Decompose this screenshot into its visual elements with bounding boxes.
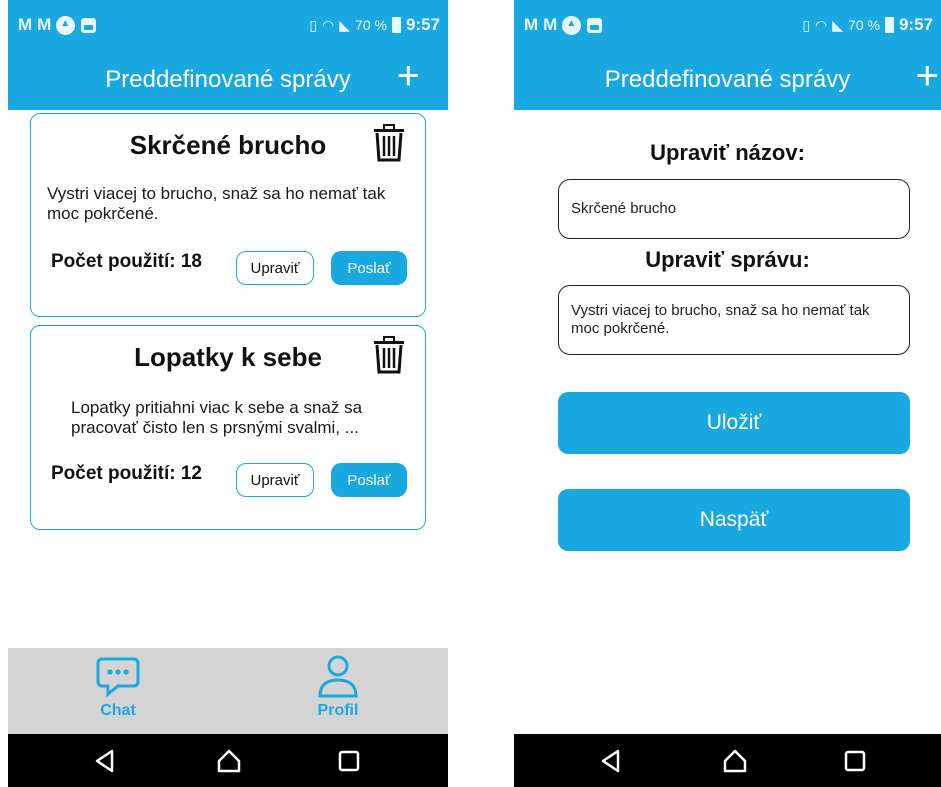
tab-profil[interactable]: Profil [278, 654, 398, 720]
signal-icon: ◣ [339, 16, 351, 33]
status-bar: M M ▯ ◠ ◣ 70 % 9:57 [514, 0, 941, 50]
chat-bubble-icon [96, 657, 140, 698]
image-icon [81, 17, 97, 33]
page-title: Preddefinované správy [604, 66, 851, 93]
message-card: Lopatky k sebe Lopatky pritiahni viac k … [30, 325, 426, 530]
gmail-icon: M [524, 15, 538, 34]
back-button[interactable]: Naspäť [558, 489, 910, 551]
edit-name-label: Upraviť názov: [650, 140, 805, 165]
edit-button[interactable]: Upraviť [236, 463, 314, 497]
message-input[interactable]: Vystri viacej to brucho, snaž sa ho nema… [558, 285, 910, 355]
system-status: ▯ ◠ ◣ 70 % 9:57 [802, 15, 933, 35]
phone-screen-edit: M M ▯ ◠ ◣ 70 % 9:57 Preddefinované správ… [514, 0, 941, 787]
message-text: Lopatky pritiahni viac k sebe a snaž sa … [71, 398, 363, 437]
usage-count: Počet použití: 18 [51, 251, 202, 272]
battery-percent: 70 % [355, 17, 387, 33]
message-title: Lopatky k sebe [134, 342, 322, 372]
gmail-icon: M [37, 15, 51, 34]
save-button[interactable]: Uložiť [558, 392, 910, 454]
gmail-icon: M [18, 15, 32, 34]
usage-count: Počet použití: 12 [51, 463, 202, 484]
send-button[interactable]: Poslať [331, 463, 407, 497]
message-title: Skrčené brucho [129, 130, 327, 160]
android-nav-bar [514, 734, 941, 787]
tab-chat-label: Chat [100, 702, 136, 719]
gmail-icon: M [543, 15, 557, 34]
image-icon [587, 17, 603, 33]
edit-button[interactable]: Upraviť [236, 251, 314, 285]
signal-icon: ◣ [832, 16, 844, 33]
wifi-icon: ◠ [322, 16, 335, 33]
message-text: Vystri viacej to brucho, snaž sa ho nema… [47, 184, 386, 223]
page-title: Preddefinované správy [105, 66, 351, 93]
add-message-button[interactable]: + [397, 56, 420, 96]
back-icon[interactable] [92, 748, 118, 774]
message-footer: Počet použití: 12 Upraviť Poslať [51, 463, 407, 497]
battery-icon [391, 17, 401, 33]
recents-icon[interactable] [842, 748, 868, 774]
edit-message-label: Upraviť správu: [645, 247, 810, 272]
delete-trash-icon[interactable] [373, 124, 405, 162]
wifi-icon: ◠ [815, 16, 828, 33]
clock: 9:57 [898, 15, 933, 34]
notification-icons: M M [18, 15, 97, 35]
message-footer: Počet použití: 18 Upraviť Poslať [51, 251, 407, 285]
send-button[interactable]: Poslať [331, 251, 407, 285]
tab-chat[interactable]: Chat [58, 654, 178, 720]
bottom-tab-bar: Chat Profil [8, 648, 448, 734]
phone-screen-list: M M ▯ ◠ ◣ 70 % 9:57 Preddefinované správ… [8, 0, 448, 787]
tab-profil-label: Profil [317, 702, 359, 719]
person-icon [318, 655, 358, 698]
status-bar: M M ▯ ◠ ◣ 70 % 9:57 [8, 0, 448, 50]
app-bar: Preddefinované správy + [8, 50, 448, 110]
app-icon [562, 15, 582, 35]
message-card: Skrčené brucho Vystri viacej to brucho, … [30, 113, 426, 317]
clock: 9:57 [405, 15, 440, 34]
vibrate-icon: ▯ [309, 16, 318, 33]
recents-icon[interactable] [336, 748, 362, 774]
android-nav-bar [8, 734, 448, 787]
app-bar: Preddefinované správy + [514, 50, 941, 110]
home-icon[interactable] [722, 748, 748, 774]
app-icon [56, 15, 76, 35]
notification-icons: M M [524, 15, 603, 35]
home-icon[interactable] [216, 748, 242, 774]
add-message-button[interactable]: + [916, 56, 939, 96]
name-input[interactable]: Skrčené brucho [558, 179, 910, 239]
vibrate-icon: ▯ [802, 16, 811, 33]
system-status: ▯ ◠ ◣ 70 % 9:57 [309, 15, 440, 35]
back-icon[interactable] [598, 748, 624, 774]
battery-percent: 70 % [848, 17, 880, 33]
battery-icon [884, 17, 894, 33]
delete-trash-icon[interactable] [373, 336, 405, 374]
